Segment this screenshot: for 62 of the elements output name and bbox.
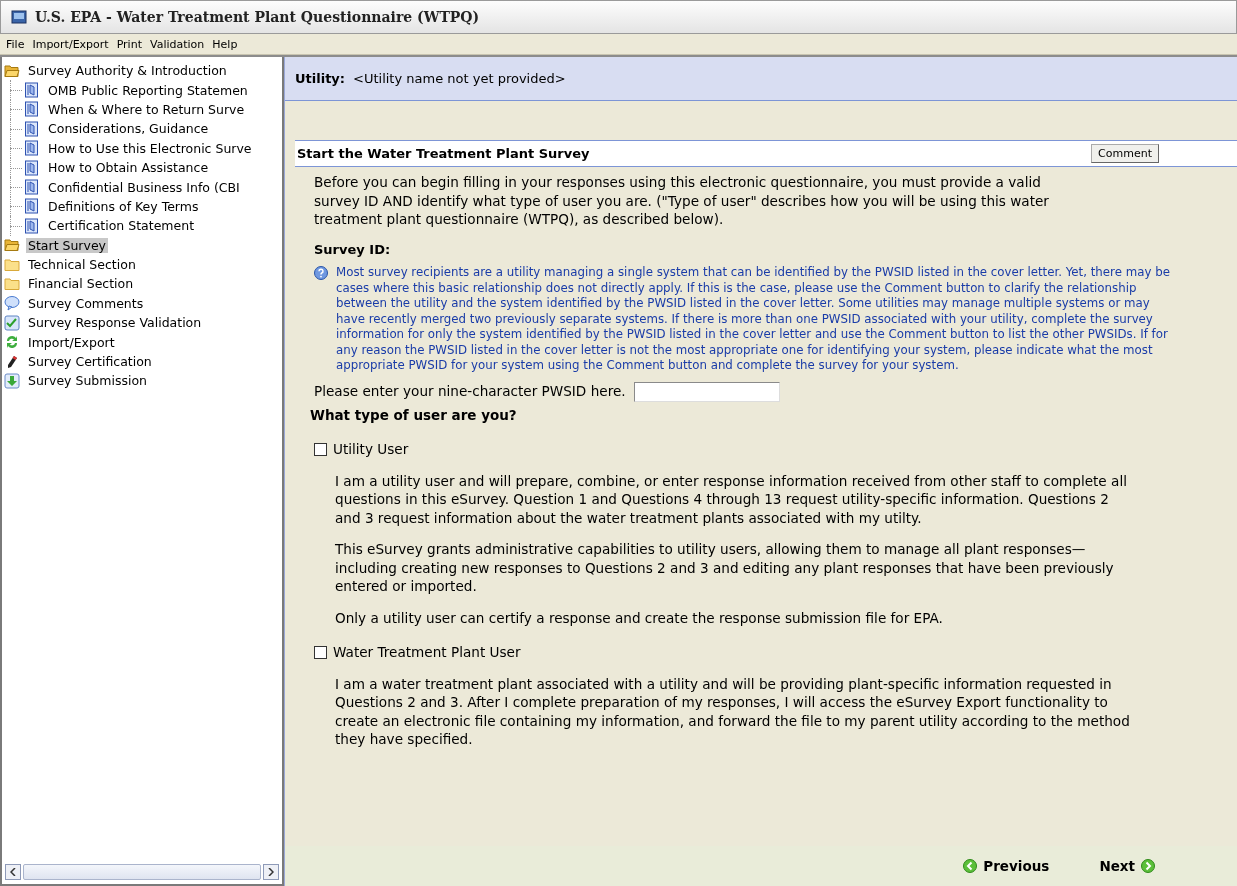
info-text: Most survey recipients are a utility managing a single system that can be identified by the PWSID listed in the cover letter. Yet, there may be cases where this basic relationship does not directly apply. If this is the case, please use the Comment button to clarify the relationship between the utility and the system identified by the PWSID listed in the cover letter. Some utilities may manage multiple systems or may have recently merged two previously separate systems. If there is more than one PWSID associated with your utility, complete the survey information for only the system identified by the PWSID listed in the cover letter and use the Comment button to list the other PWSIDs. If for any reason the PWSID listed in the cover letter is not the most appropriate one for identifying your system, please indicate what the most appropriate PWSID for your system using the Comment button and complete the survey for your system. — [336, 265, 1171, 374]
tree-item[interactable]: Survey Response Validation — [26, 315, 204, 331]
checkbox[interactable] — [314, 645, 327, 659]
menu-item[interactable]: Import/Export — [28, 37, 113, 51]
folder-open-icon — [4, 238, 20, 253]
option-description: This eSurvey grants administrative capabilities to utility users, allowing them to manage all plant responses—including creating new responses to Questions 2 and 3 and editing any plant responses that have been previously entered or imported. — [334, 540, 1115, 596]
tree-item[interactable]: Definitions of Key Terms — [46, 198, 201, 214]
folder-icon — [4, 277, 20, 291]
survey-id-heading: Survey ID: — [314, 240, 392, 259]
tree-item[interactable]: Certification Statement — [46, 218, 197, 234]
section-title: Start the Water Treatment Plant Survey — [297, 146, 590, 161]
option-label[interactable]: Water Treatment Plant User — [333, 643, 521, 662]
option-description: I am a water treatment plant associated with a utility and will be providing plant-specific information requested in Questions 2 and 3. After I complete preparation of my responses, I will access the eSurvey Export functionality to create an electronic file containing my information, and forward the file to my parent utility according to the method they have specified. — [334, 674, 1131, 749]
book-icon — [24, 101, 40, 118]
tree-item[interactable]: Considerations, Guidance — [46, 121, 211, 137]
book-icon — [24, 217, 40, 234]
window-title: U.S. EPA - Water Treatment Plant Questionnaire (WTPQ) — [35, 9, 480, 25]
download-icon — [4, 372, 20, 389]
intro-text: Before you can begin filling in your responses using this electronic questionnaire, you must provide a valid survey ID AND identify what type of user you are. ("Type of user" describes how you will be using this water treatment plant questionnaire (WTPQ), as described below). — [314, 173, 1050, 229]
book-icon — [24, 82, 40, 99]
option-description: Only a utility user can certify a response and create the response submission file for EPA. — [334, 608, 944, 627]
tree-item[interactable]: OMB Public Reporting Statemen — [46, 82, 250, 98]
book-icon — [24, 120, 40, 137]
option-description: I am a utility user and will prepare, combine, or enter response information received from other staff to complete all questions in this eSurvey. Question 1 and Questions 4 through 13 request utility-specific information. Questions 2 and 3 request information about the water treatment plants associated with my utilty. — [334, 471, 1128, 527]
arrow-circle-icon — [1141, 859, 1155, 873]
menu-item[interactable]: File — [2, 37, 29, 51]
tree-item[interactable]: Survey Submission — [26, 373, 149, 389]
tree-item[interactable]: Survey Comments — [26, 295, 146, 311]
book-icon — [24, 179, 40, 196]
tree-item[interactable]: Technical Section — [26, 257, 138, 273]
sync-icon — [4, 334, 20, 351]
next-button[interactable]: Next — [1099, 858, 1155, 874]
pwsid-field[interactable] — [633, 381, 780, 402]
checkmark-icon — [4, 314, 20, 331]
previous-button[interactable]: Previous — [963, 858, 1050, 874]
tree-item[interactable]: Survey Certification — [26, 354, 154, 370]
pwsid-prompt: Please enter your nine-character PWSID here. — [314, 382, 626, 401]
speech-bubble-icon — [4, 295, 20, 312]
checkbox[interactable] — [314, 442, 327, 456]
arrow-circle-icon — [963, 859, 978, 873]
tree-item[interactable]: Import/Export — [26, 334, 117, 350]
book-icon — [24, 159, 40, 176]
tree-item[interactable]: Start Survey — [26, 237, 108, 253]
tree-item[interactable]: Confidential Business Info (CBI — [46, 179, 242, 195]
book-icon — [24, 140, 40, 157]
menu-item[interactable]: Print — [112, 37, 146, 51]
app-icon — [11, 9, 27, 25]
tree-item[interactable]: When & Where to Return Surve — [46, 101, 247, 117]
option-label[interactable]: Utility User — [333, 440, 409, 459]
utility-name: <Utility name not yet provided> — [353, 71, 566, 86]
comment-button[interactable]: Comment — [1091, 144, 1159, 163]
book-icon — [24, 198, 40, 215]
user-type-heading: What type of user are you? — [310, 405, 518, 424]
tree-item[interactable]: How to Use this Electronic Surve — [46, 140, 254, 156]
utility-label: Utility: — [295, 71, 346, 86]
folder-icon — [4, 257, 20, 272]
help-icon — [314, 265, 328, 280]
tree-item[interactable]: Financial Section — [26, 276, 136, 292]
menu-item[interactable]: Validation — [145, 37, 209, 51]
tree-item[interactable]: How to Obtain Assistance — [46, 160, 211, 176]
menu-item[interactable]: Help — [208, 37, 242, 51]
tree-item[interactable]: Survey Authority & Introduction — [26, 63, 229, 79]
